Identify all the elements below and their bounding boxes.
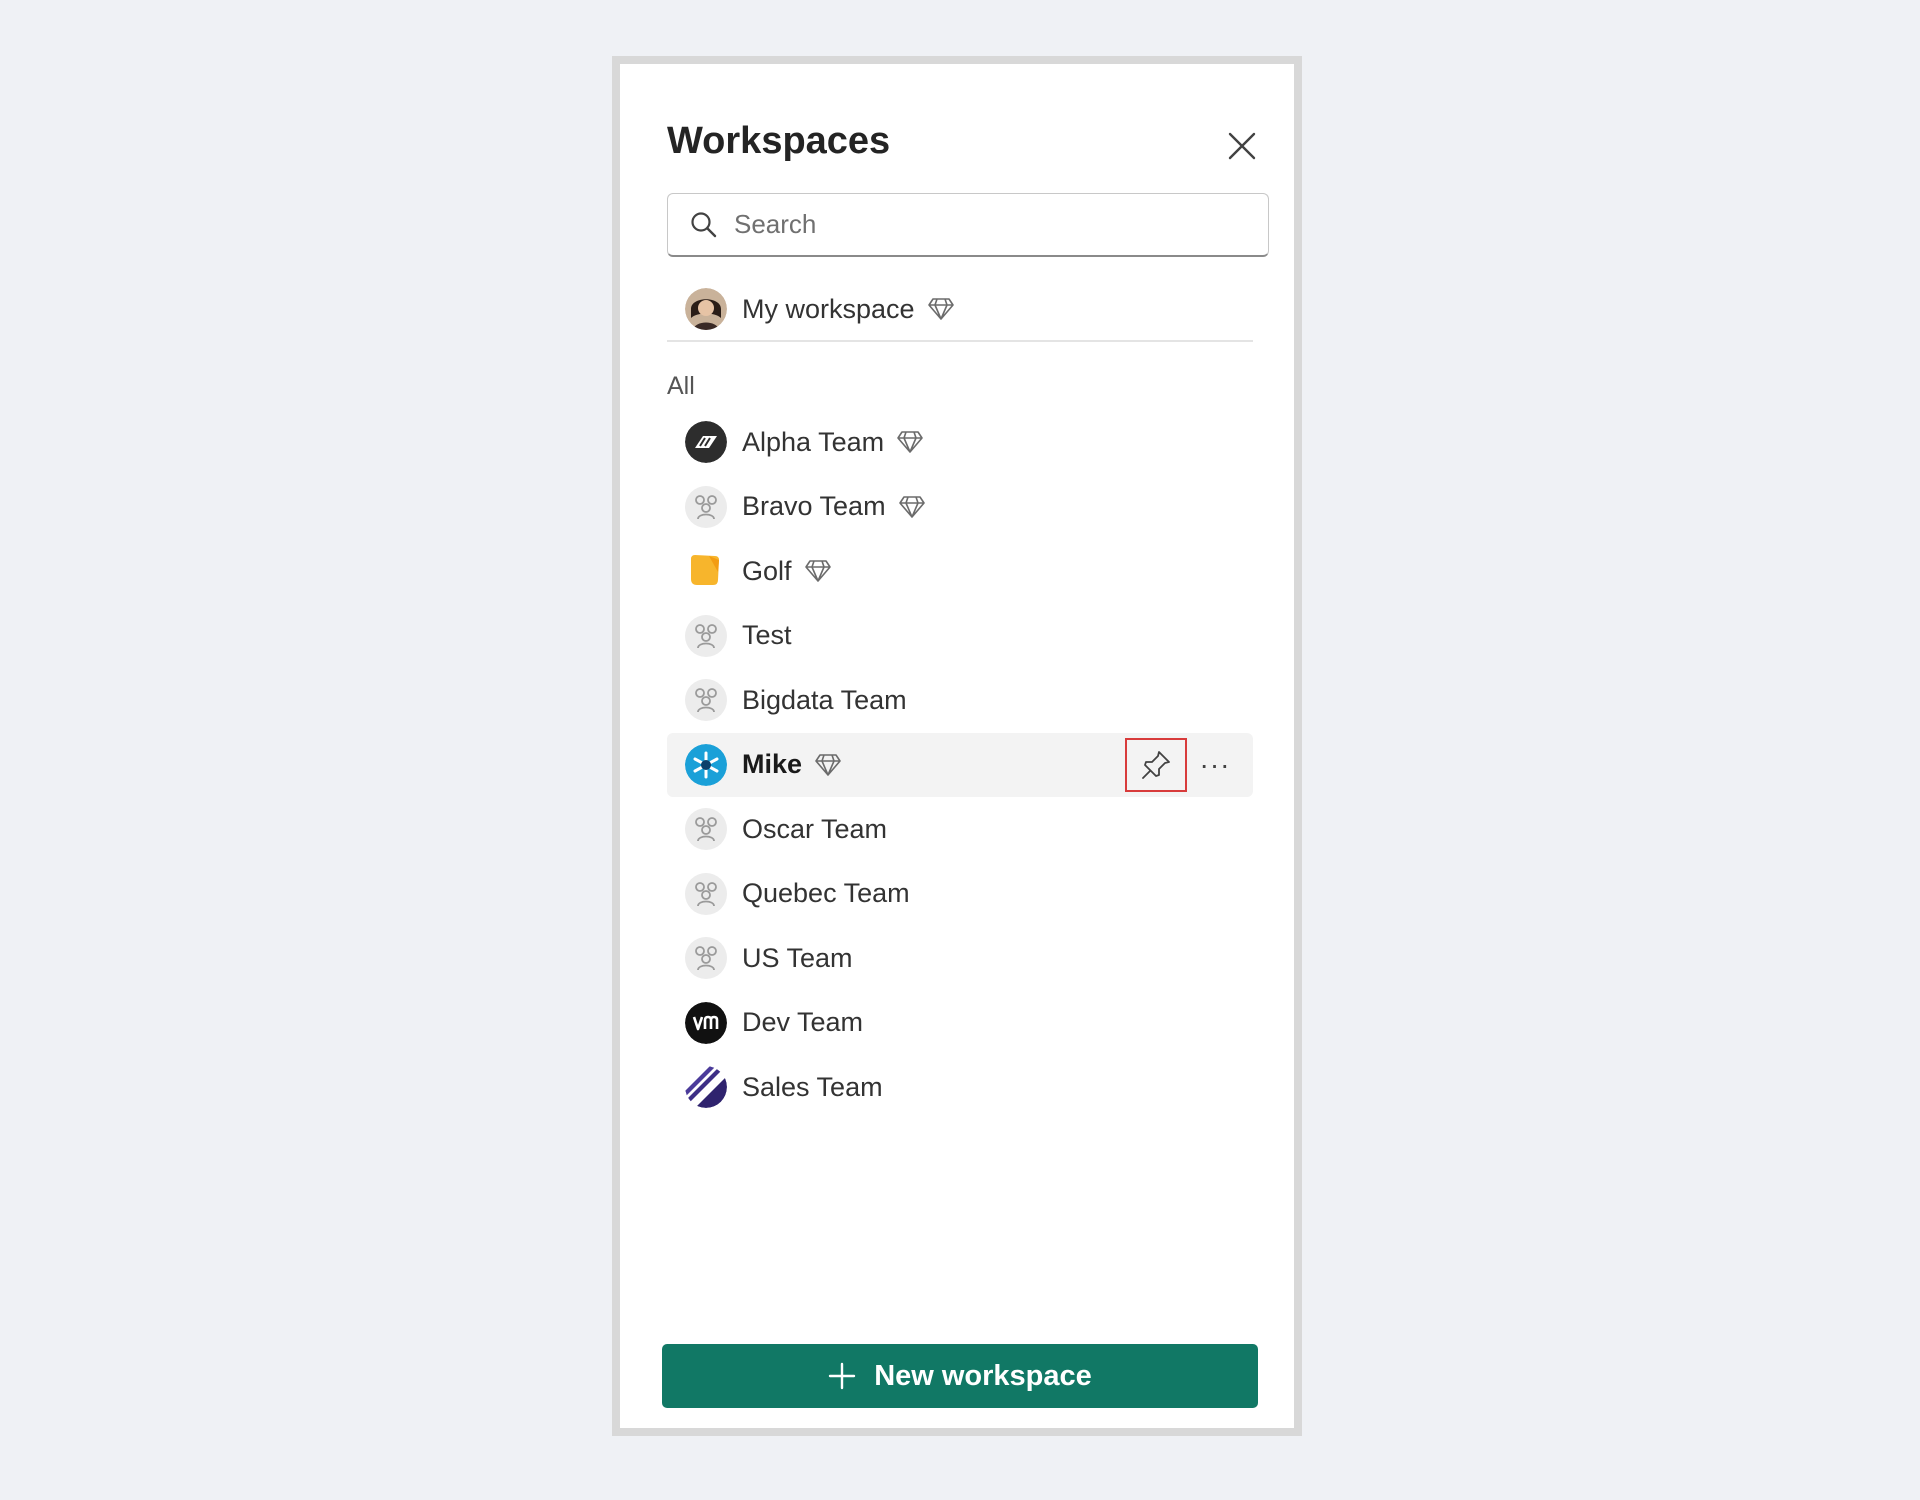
group-icon bbox=[685, 937, 727, 980]
premium-diamond-icon bbox=[896, 430, 924, 454]
workspace-item-sales-team[interactable]: Sales Team bbox=[667, 1055, 1253, 1120]
workspaces-panel: Workspaces My workspace All bbox=[612, 56, 1302, 1436]
premium-diamond-icon bbox=[898, 495, 926, 519]
close-button[interactable] bbox=[1220, 124, 1264, 168]
group-icon bbox=[685, 872, 727, 915]
alpha-logo-avatar bbox=[685, 421, 727, 464]
workspace-label: US Team bbox=[742, 942, 853, 973]
workspace-item-quebec-team[interactable]: Quebec Team bbox=[667, 862, 1253, 927]
plus-icon bbox=[828, 1362, 856, 1390]
workspace-item-alpha-team[interactable]: Alpha Team bbox=[667, 410, 1253, 475]
my-workspace-item[interactable]: My workspace bbox=[667, 278, 1253, 342]
golf-logo-avatar bbox=[685, 550, 727, 592]
pin-button[interactable] bbox=[1125, 737, 1187, 792]
workspace-label: Quebec Team bbox=[742, 878, 910, 909]
workspace-label: Golf bbox=[742, 555, 792, 586]
close-icon bbox=[1228, 132, 1256, 160]
panel-title: Workspaces bbox=[667, 120, 891, 162]
workspace-item-test[interactable]: Test bbox=[667, 604, 1253, 669]
workspace-item-bravo-team[interactable]: Bravo Team bbox=[667, 475, 1253, 540]
sales-logo-avatar bbox=[685, 1066, 727, 1109]
new-workspace-label: New workspace bbox=[874, 1359, 1092, 1392]
workspace-label: Mike bbox=[742, 749, 803, 780]
workspace-label: Test bbox=[742, 620, 792, 651]
workspace-label: Bigdata Team bbox=[742, 684, 907, 715]
workspace-item-dev-team[interactable]: Dev Team bbox=[667, 991, 1253, 1056]
search-box[interactable] bbox=[667, 193, 1269, 257]
dev-logo-avatar bbox=[685, 1001, 727, 1044]
section-label-all: All bbox=[667, 372, 695, 400]
group-icon bbox=[685, 485, 727, 528]
workspace-item-oscar-team[interactable]: Oscar Team bbox=[667, 797, 1253, 862]
new-workspace-button[interactable]: New workspace bbox=[662, 1344, 1258, 1408]
workspace-label: Dev Team bbox=[742, 1007, 864, 1038]
premium-diamond-icon bbox=[804, 559, 832, 583]
workspace-item-bigdata-team[interactable]: Bigdata Team bbox=[667, 668, 1253, 733]
my-workspace-label: My workspace bbox=[742, 293, 915, 324]
more-options-button[interactable]: ··· bbox=[1192, 738, 1238, 792]
search-input[interactable] bbox=[732, 208, 1236, 241]
workspace-item-mike[interactable]: Mike ··· bbox=[667, 732, 1253, 797]
user-photo-avatar bbox=[685, 288, 727, 330]
group-icon bbox=[685, 679, 727, 722]
pin-icon bbox=[1142, 750, 1170, 779]
workspace-label: Oscar Team bbox=[742, 813, 888, 844]
group-icon bbox=[685, 614, 727, 657]
group-icon bbox=[685, 808, 727, 851]
workspace-label: Alpha Team bbox=[742, 426, 885, 457]
workspace-list: Alpha Team Bravo Team Golf Test Bigdata … bbox=[667, 410, 1253, 1120]
premium-diamond-icon bbox=[927, 297, 955, 321]
workspace-label: Sales Team bbox=[742, 1071, 883, 1102]
premium-diamond-icon bbox=[814, 753, 842, 777]
workspace-label: Bravo Team bbox=[742, 491, 886, 522]
workspace-item-golf[interactable]: Golf bbox=[667, 539, 1253, 604]
workspace-item-us-team[interactable]: US Team bbox=[667, 926, 1253, 991]
search-icon bbox=[691, 211, 717, 237]
mike-logo-avatar bbox=[685, 743, 727, 786]
